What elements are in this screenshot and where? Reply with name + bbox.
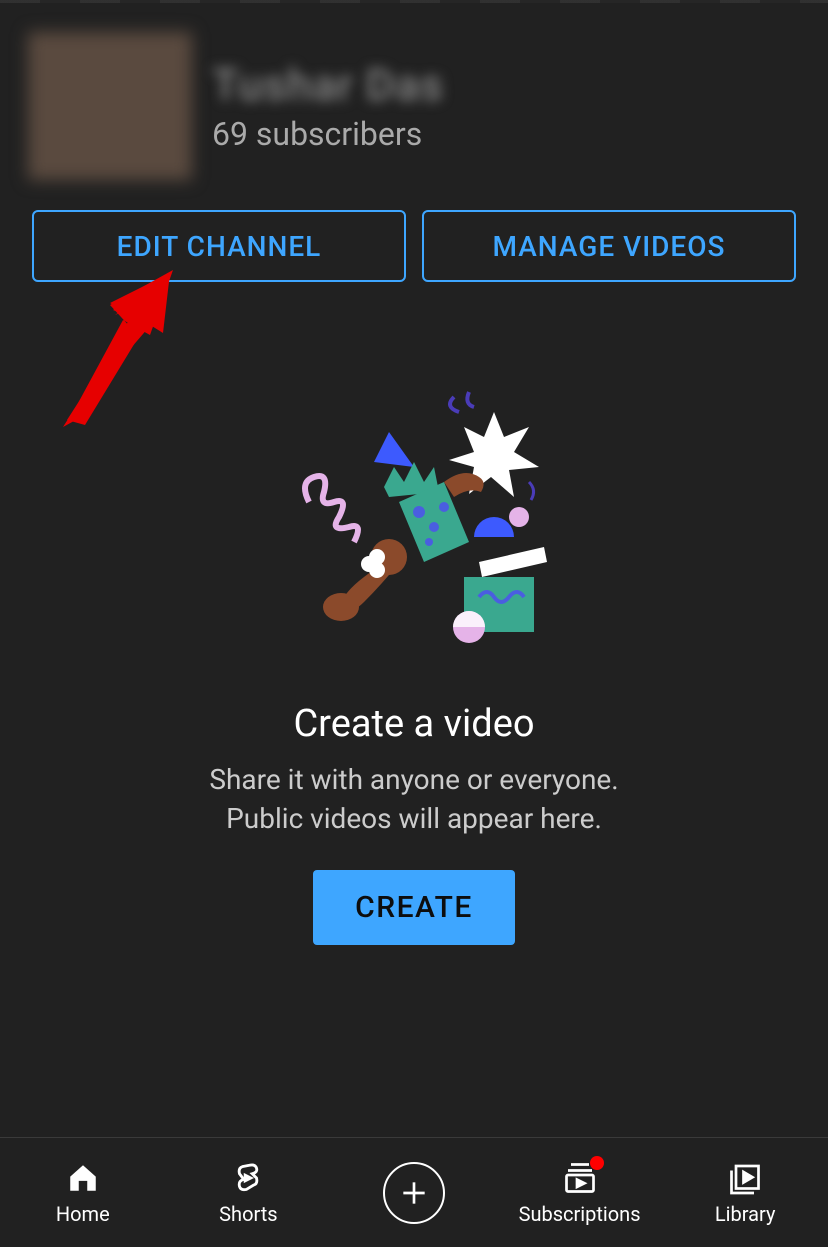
create-button[interactable]: CREATE [313, 870, 515, 945]
top-bar [0, 0, 828, 4]
channel-info: Tushar Das 69 subscribers [212, 59, 800, 153]
notification-dot-icon [590, 1156, 604, 1170]
nav-shorts[interactable]: Shorts [166, 1160, 332, 1226]
edit-channel-button[interactable]: EDIT CHANNEL [32, 210, 406, 282]
nav-home-label: Home [56, 1202, 110, 1226]
nav-library-label: Library [715, 1202, 776, 1226]
home-icon [65, 1160, 101, 1196]
subscriptions-icon [562, 1160, 598, 1196]
channel-header: Tushar Das 69 subscribers [0, 4, 828, 200]
empty-state-illustration [0, 382, 828, 662]
action-button-row: EDIT CHANNEL MANAGE VIDEOS [0, 210, 828, 282]
empty-state-title: Create a video [0, 702, 828, 746]
nav-create[interactable] [331, 1162, 497, 1224]
nav-subscriptions-label: Subscriptions [519, 1202, 641, 1226]
bottom-navigation: Home Shorts Subscrip [0, 1137, 828, 1247]
manage-videos-button[interactable]: MANAGE VIDEOS [422, 210, 796, 282]
empty-state-line1: Share it with anyone or everyone. [209, 763, 618, 796]
shorts-icon [230, 1160, 266, 1196]
empty-state-line2: Public videos will appear here. [226, 802, 602, 835]
empty-state-section: Create a video Share it with anyone or e… [0, 702, 828, 945]
channel-avatar[interactable] [28, 32, 192, 180]
nav-library[interactable]: Library [662, 1160, 828, 1226]
plus-circle-icon [383, 1162, 445, 1224]
nav-home[interactable]: Home [0, 1160, 166, 1226]
library-icon [727, 1160, 763, 1196]
subscriber-count: 69 subscribers [212, 115, 800, 153]
nav-shorts-label: Shorts [219, 1202, 277, 1226]
empty-state-subtitle: Share it with anyone or everyone. Public… [0, 760, 828, 838]
nav-subscriptions[interactable]: Subscriptions [497, 1160, 663, 1226]
channel-name: Tushar Das [212, 59, 800, 111]
